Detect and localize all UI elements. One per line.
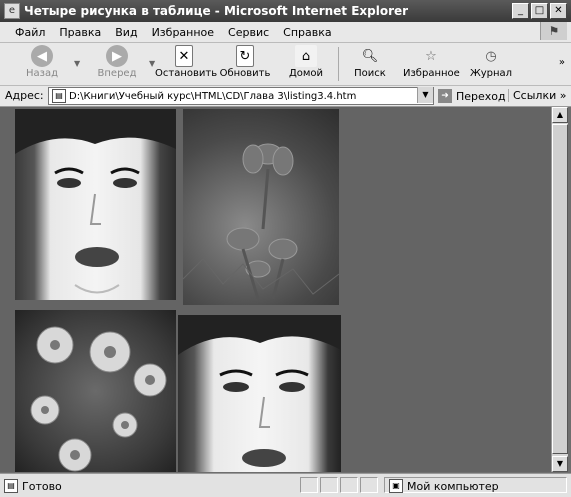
home-button[interactable]: ⌂ Домой [286,45,326,83]
menu-edit[interactable]: Правка [52,26,108,39]
stop-page-icon: ✕ [175,45,193,67]
address-input[interactable]: ▤ D:\Книги\Учебный курс\HTML\CD\Глава 3\… [48,87,434,105]
page-done-icon: ▤ [4,479,18,493]
scroll-down-icon[interactable]: ▼ [552,456,568,472]
menu-view[interactable]: Вид [108,26,144,39]
flower-photo-2 [15,310,176,472]
status-bar: ▤ Готово ▣ Мой компьютер [0,473,571,497]
status-left: ▤ Готово [4,479,62,493]
menu-help[interactable]: Справка [276,26,338,39]
stop-label: Остановить [155,68,218,79]
links-button[interactable]: Ссылки » [508,89,566,102]
close-button[interactable]: ✕ [550,3,567,19]
menu-tools[interactable]: Сервис [221,26,276,39]
zone-text: Мой компьютер [407,479,499,493]
back-dropdown-icon[interactable]: ▼ [74,59,80,68]
address-url: D:\Книги\Учебный курс\HTML\CD\Глава 3\li… [69,90,357,102]
status-text: Готово [22,479,62,493]
status-panel [300,477,318,493]
flower-drawing-1 [183,143,339,300]
portrait-drawing-2 [178,315,341,467]
status-panel [320,477,338,493]
search-magnifier-icon: 🔍︎ [361,48,379,64]
go-button[interactable]: ➜ Переход [438,89,506,103]
back-label: Назад [25,68,58,79]
back-button[interactable]: ◀ Назад [20,45,64,83]
search-button[interactable]: 🔍︎ Поиск [350,45,390,83]
favorites-button[interactable]: ☆ Избранное [403,45,460,83]
home-label: Домой [288,68,324,79]
menu-file[interactable]: Файл [8,26,52,39]
toolbar-separator [338,47,339,81]
status-panel [340,477,358,493]
windows-flag-icon: ⚑ [540,22,567,40]
forward-button[interactable]: ▶ Вперед [92,45,142,83]
back-arrow-icon: ◀ [31,45,53,67]
forward-label: Вперед [97,68,137,79]
standard-toolbar: ◀ Назад ▼ ▶ Вперед ▼ ✕ Остановить ↻ Обно… [0,43,571,86]
refresh-button[interactable]: ↻ Обновить [219,45,271,83]
status-zone: ▣ Мой компьютер [389,479,499,493]
portrait-drawing-1 [15,109,176,294]
favorites-label: Избранное [403,68,460,79]
ie-app-icon[interactable]: e [4,3,20,19]
title-bar: e Четыре рисунка в таблице - Microsoft I… [0,0,571,22]
minimize-button[interactable]: _ [512,3,529,19]
go-arrow-icon: ➜ [438,89,452,103]
page-icon: ▤ [52,89,66,103]
address-dropdown-icon[interactable]: ▼ [417,87,433,103]
scroll-up-icon[interactable]: ▲ [552,107,568,123]
toolbar-chevron-icon[interactable]: » [559,57,565,68]
menu-favorites[interactable]: Избранное [145,26,221,39]
window-controls: _ □ ✕ [512,3,567,19]
go-label: Переход [456,89,506,103]
history-clock-icon: ◷ [485,48,497,64]
vertical-scrollbar[interactable]: ▲ ▼ [551,107,568,472]
window-title: Четыре рисунка в таблице - Microsoft Int… [24,4,409,18]
portrait-photo-2 [178,315,341,472]
scrollbar-thumb[interactable] [552,124,568,454]
flower-drawing-2 [30,326,167,472]
home-icon: ⌂ [295,45,317,67]
page-content [0,107,551,472]
address-bar: Адрес: ▤ D:\Книги\Учебный курс\HTML\CD\Г… [0,86,571,107]
stop-button[interactable]: ✕ Остановить [155,45,217,83]
computer-icon: ▣ [389,479,403,493]
portrait-photo-1 [15,109,176,300]
favorites-star-icon: ☆ [425,48,437,64]
search-label: Поиск [354,68,386,79]
flower-photo-1 [183,109,339,305]
menu-bar: Файл Правка Вид Избранное Сервис Справка… [0,22,571,43]
history-label: Журнал [469,68,513,79]
refresh-label: Обновить [219,68,271,79]
refresh-page-icon: ↻ [236,45,254,67]
forward-arrow-icon: ▶ [106,45,128,67]
links-label: Ссылки [513,89,557,102]
status-panel [360,477,378,493]
history-button[interactable]: ◷ Журнал [469,45,513,83]
address-label: Адрес: [5,89,44,102]
maximize-button[interactable]: □ [531,3,548,19]
